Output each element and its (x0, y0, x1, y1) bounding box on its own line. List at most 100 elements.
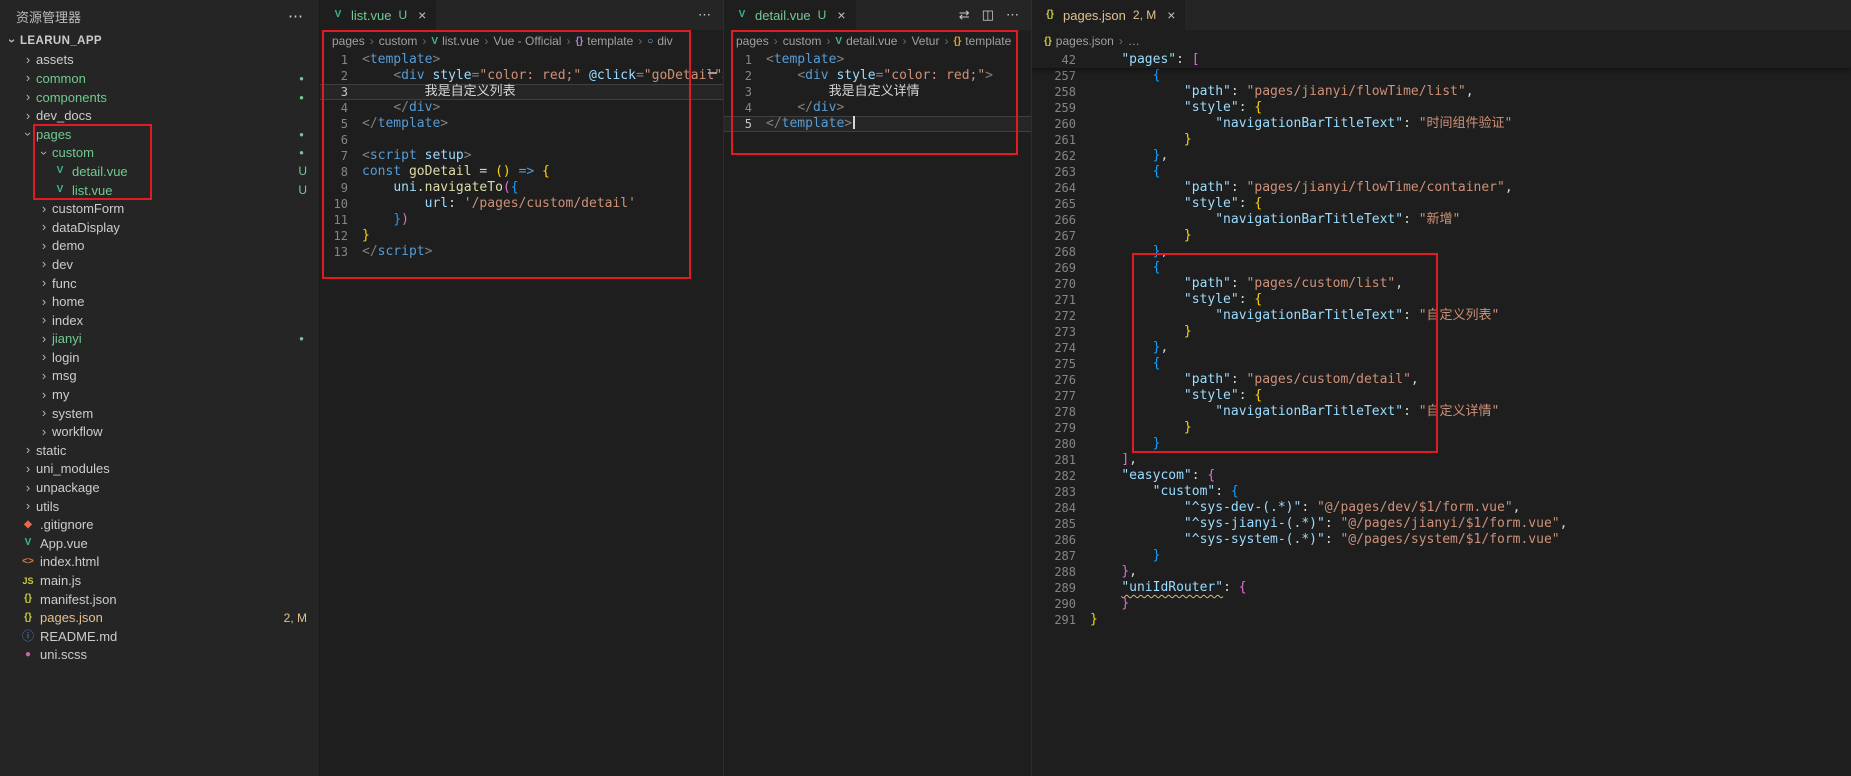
tree-item-uni_modules[interactable]: ›uni_modules (0, 460, 319, 479)
code-line-279[interactable]: 279 } (1032, 420, 1851, 436)
code-line-281[interactable]: 281 ], (1032, 452, 1851, 468)
code-line-285[interactable]: 285 "^sys-jianyi-(.*)": "@/pages/jianyi/… (1032, 516, 1851, 532)
code-area[interactable]: 1<template>2 <div style="color: red;" @c… (320, 52, 723, 776)
tree-item-App.vue[interactable]: VApp.vue (0, 534, 319, 553)
code-line-282[interactable]: 282 "easycom": { (1032, 468, 1851, 484)
tree-item-static[interactable]: ›static (0, 441, 319, 460)
tree-item-list.vue[interactable]: Vlist.vueU (0, 181, 319, 200)
code-line-12[interactable]: 12} (320, 228, 723, 244)
code-line-11[interactable]: 11 }) (320, 212, 723, 228)
breadcrumb-item[interactable]: {}template (953, 34, 1011, 48)
code-line-10[interactable]: 10 url: '/pages/custom/detail' (320, 196, 723, 212)
close-icon[interactable]: × (837, 7, 845, 23)
split-editor-icon[interactable]: ◫ (982, 7, 994, 23)
code-line-257[interactable]: 257 { (1032, 68, 1851, 84)
tree-item-assets[interactable]: ›assets (0, 51, 319, 70)
code-line-260[interactable]: 260 "navigationBarTitleText": "时间组件验证" (1032, 116, 1851, 132)
tree-item-dev[interactable]: ›dev (0, 255, 319, 274)
tree-item-msg[interactable]: ›msg (0, 367, 319, 386)
code-line-290[interactable]: 290 } (1032, 596, 1851, 612)
close-icon[interactable]: × (1167, 7, 1175, 23)
tree-item-demo[interactable]: ›demo (0, 237, 319, 256)
more-actions-icon[interactable]: ⋯ (1006, 7, 1019, 23)
tab-pages.json[interactable]: {}pages.json2, M× (1032, 0, 1185, 30)
code-line-283[interactable]: 283 "custom": { (1032, 484, 1851, 500)
tree-item-workflow[interactable]: ›workflow (0, 422, 319, 441)
code-line-266[interactable]: 266 "navigationBarTitleText": "新增" (1032, 212, 1851, 228)
breadcrumb-item[interactable]: {}pages.json (1044, 34, 1114, 48)
code-line-269[interactable]: 269 { (1032, 260, 1851, 276)
tree-item-.gitignore[interactable]: ◆.gitignore (0, 515, 319, 534)
breadcrumb-item[interactable]: custom (379, 34, 418, 48)
breadcrumb-item[interactable]: pages (736, 34, 769, 48)
code-line-5[interactable]: 5</template> (320, 116, 723, 132)
tree-item-unpackage[interactable]: ›unpackage (0, 478, 319, 497)
code-line-3[interactable]: 3 我是自定义详情 (724, 84, 1031, 100)
code-line-3[interactable]: 3 我是自定义列表 (320, 84, 723, 100)
code-line-42[interactable]: 42 "pages": [ (1032, 52, 1851, 68)
code-line-271[interactable]: 271 "style": { (1032, 292, 1851, 308)
tree-item-utils[interactable]: ›utils (0, 497, 319, 516)
code-line-6[interactable]: 6 (320, 132, 723, 148)
code-line-268[interactable]: 268 }, (1032, 244, 1851, 260)
code-line-261[interactable]: 261 } (1032, 132, 1851, 148)
code-line-4[interactable]: 4 </div> (320, 100, 723, 116)
tree-item-system[interactable]: ›system (0, 404, 319, 423)
tree-item-common[interactable]: ›common● (0, 69, 319, 88)
tree-item-customForm[interactable]: ›customForm (0, 199, 319, 218)
tree-item-dataDisplay[interactable]: ›dataDisplay (0, 218, 319, 237)
code-line-286[interactable]: 286 "^sys-system-(.*)": "@/pages/system/… (1032, 532, 1851, 548)
code-line-264[interactable]: 264 "path": "pages/jianyi/flowTime/conta… (1032, 180, 1851, 196)
more-actions-icon[interactable]: ⋯ (698, 7, 711, 23)
breadcrumb-item[interactable]: custom (783, 34, 822, 48)
code-line-258[interactable]: 258 "path": "pages/jianyi/flowTime/list"… (1032, 84, 1851, 100)
code-line-2[interactable]: 2 <div style="color: red;" @click="goDet… (320, 68, 723, 84)
tree-item-login[interactable]: ›login (0, 348, 319, 367)
tree-item-home[interactable]: ›home (0, 292, 319, 311)
code-line-277[interactable]: 277 "style": { (1032, 388, 1851, 404)
code-line-287[interactable]: 287 } (1032, 548, 1851, 564)
breadcrumb-item[interactable]: Vetur (911, 34, 939, 48)
tree-item-pages[interactable]: ›pages● (0, 125, 319, 144)
tree-item-README.md[interactable]: ⓘREADME.md (0, 627, 319, 646)
tree-item-uni.scss[interactable]: ●uni.scss (0, 646, 319, 665)
code-line-7[interactable]: 7<script setup> (320, 148, 723, 164)
breadcrumb-item[interactable]: … (1128, 34, 1140, 48)
tree-item-func[interactable]: ›func (0, 274, 319, 293)
breadcrumb-item[interactable]: Vue - Official (493, 34, 561, 48)
code-line-288[interactable]: 288 }, (1032, 564, 1851, 580)
breadcrumb-item[interactable]: Vlist.vue (431, 34, 479, 48)
code-line-267[interactable]: 267 } (1032, 228, 1851, 244)
code-line-289[interactable]: 289 "uniIdRouter": { (1032, 580, 1851, 596)
breadcrumb-item[interactable]: pages (332, 34, 365, 48)
code-area[interactable]: 42 "pages": [257 {258 "path": "pages/jia… (1032, 52, 1851, 776)
breadcrumb-item[interactable]: ○div (647, 34, 672, 48)
tree-item-my[interactable]: ›my (0, 385, 319, 404)
code-line-278[interactable]: 278 "navigationBarTitleText": "自定义详情" (1032, 404, 1851, 420)
code-line-1[interactable]: 1<template> (320, 52, 723, 68)
tree-root-learun-app[interactable]: › LEARUN_APP (0, 32, 319, 51)
tree-item-custom[interactable]: ›custom● (0, 144, 319, 163)
tree-item-components[interactable]: ›components● (0, 88, 319, 107)
code-line-265[interactable]: 265 "style": { (1032, 196, 1851, 212)
close-icon[interactable]: × (418, 7, 426, 23)
tab-list.vue[interactable]: Vlist.vueU× (320, 0, 436, 30)
tree-item-detail.vue[interactable]: Vdetail.vueU (0, 162, 319, 181)
tree-item-manifest.json[interactable]: {}manifest.json (0, 590, 319, 609)
tree-item-dev_docs[interactable]: ›dev_docs (0, 106, 319, 125)
code-line-9[interactable]: 9 uni.navigateTo({ (320, 180, 723, 196)
code-line-263[interactable]: 263 { (1032, 164, 1851, 180)
code-line-272[interactable]: 272 "navigationBarTitleText": "自定义列表" (1032, 308, 1851, 324)
tree-item-jianyi[interactable]: ›jianyi● (0, 330, 319, 349)
code-line-4[interactable]: 4 </div> (724, 100, 1031, 116)
code-line-270[interactable]: 270 "path": "pages/custom/list", (1032, 276, 1851, 292)
code-line-1[interactable]: 1<template> (724, 52, 1031, 68)
code-line-273[interactable]: 273 } (1032, 324, 1851, 340)
tree-item-main.js[interactable]: JSmain.js (0, 571, 319, 590)
open-changes-icon[interactable]: ⇄ (959, 7, 970, 23)
code-line-5[interactable]: 5</template> (724, 116, 1031, 132)
breadcrumb-item[interactable]: {}template (575, 34, 633, 48)
code-area[interactable]: 1<template>2 <div style="color: red;">3 … (724, 52, 1031, 776)
more-actions-icon[interactable]: ⋯ (288, 7, 303, 25)
code-line-259[interactable]: 259 "style": { (1032, 100, 1851, 116)
